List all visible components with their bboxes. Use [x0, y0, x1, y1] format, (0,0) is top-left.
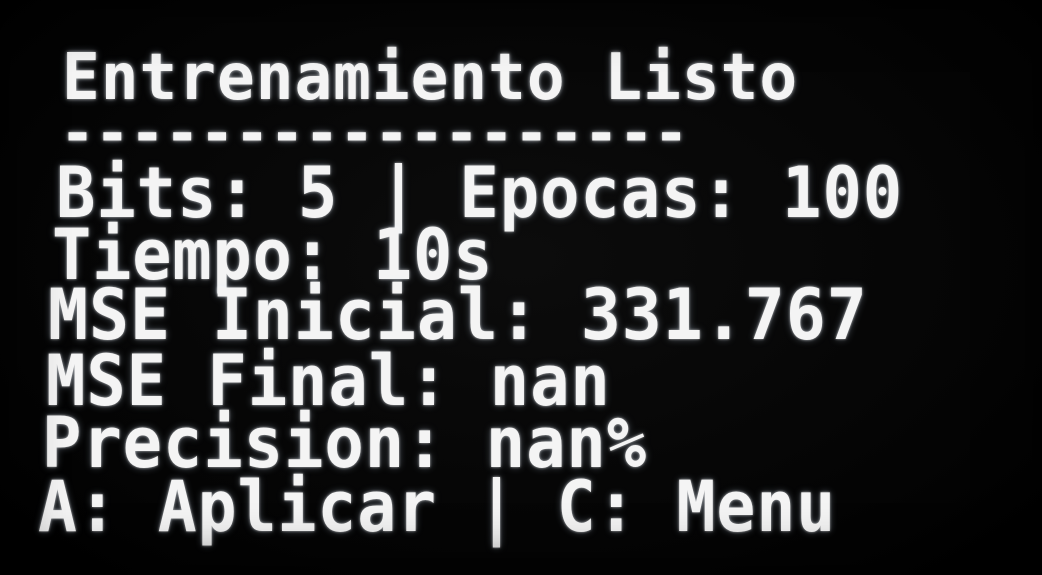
lcd-screen: Entrenamiento Listo ------------------ B…: [0, 0, 1042, 575]
key-hints-line: A: Aplicar | C: Menu: [38, 466, 837, 548]
